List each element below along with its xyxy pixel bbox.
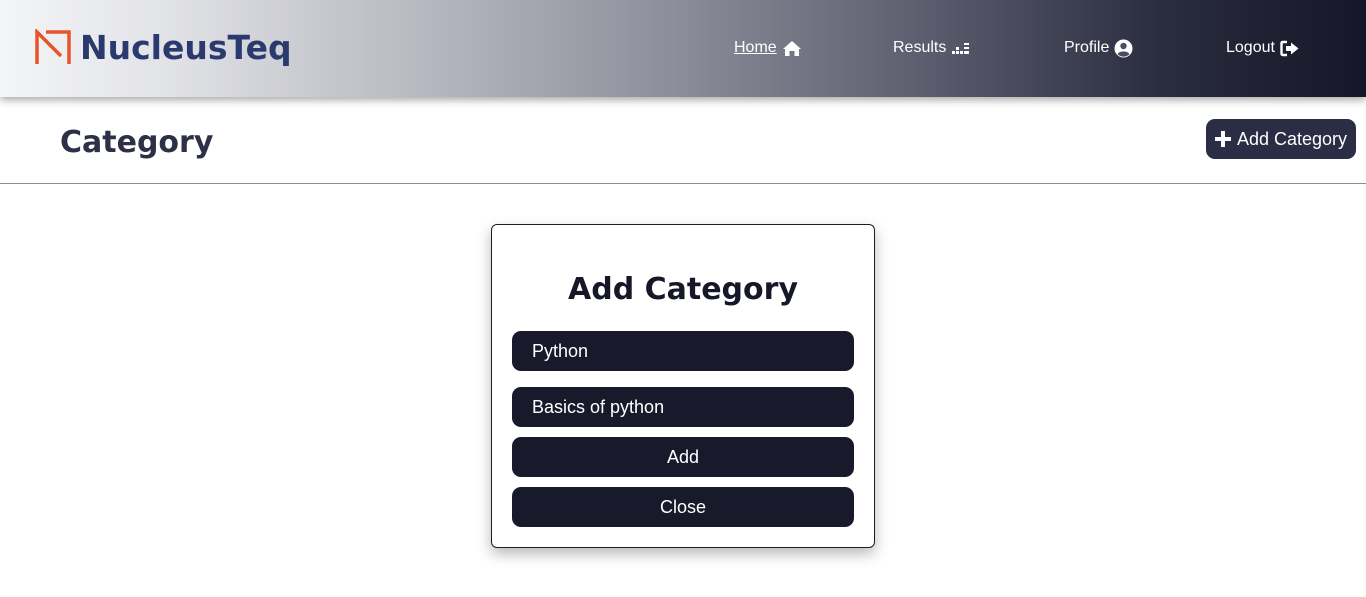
header-divider	[0, 183, 1366, 184]
home-icon	[782, 40, 801, 56]
add-category-label: Add Category	[1236, 128, 1348, 149]
modal-title: Add Category	[568, 272, 798, 307]
results-icon	[952, 43, 970, 54]
nav-home-link[interactable]: Home	[734, 38, 802, 58]
nav-results-label: Results	[893, 39, 947, 56]
brand-name: NucleusTeq	[80, 28, 292, 67]
nav-profile-label: Profile	[1064, 39, 1110, 56]
close-button[interactable]: Close	[512, 487, 854, 527]
top-navbar: NucleusTeq Home Results Profile Logout	[0, 0, 1366, 97]
nucleusteq-logo-icon	[35, 29, 71, 64]
brand-logo[interactable]: NucleusTeq	[34, 29, 292, 67]
add-category-button[interactable]: Add Category	[1206, 119, 1356, 159]
nav-home-label: Home	[734, 39, 777, 56]
add-category-modal: Add Category Add Close	[491, 224, 875, 548]
plus-icon	[1214, 131, 1231, 147]
logout-icon	[1280, 40, 1299, 56]
nav-profile-link[interactable]: Profile	[1064, 38, 1133, 58]
category-description-input[interactable]	[512, 387, 854, 427]
nav-results-link[interactable]: Results	[893, 38, 971, 58]
nav-logout-label: Logout	[1226, 39, 1275, 56]
category-name-input[interactable]	[512, 331, 854, 371]
nav-logout-link[interactable]: Logout	[1226, 38, 1300, 58]
add-button[interactable]: Add	[512, 437, 854, 477]
user-circle-icon	[1114, 39, 1133, 57]
page-title: Category	[60, 125, 214, 160]
